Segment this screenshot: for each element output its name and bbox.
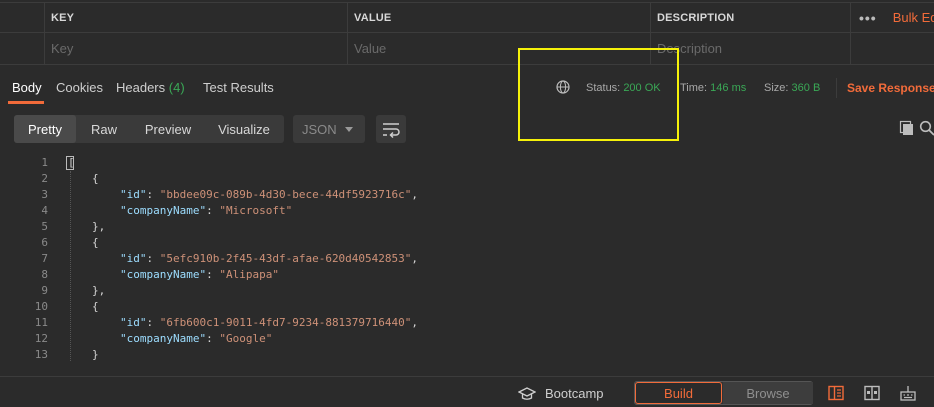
code-line: { (92, 236, 99, 249)
json-string: "5efc910b-2f45-43df-afae-620d40542853" (159, 252, 412, 265)
line-number: 6 (41, 236, 48, 249)
line-number: 5 (41, 220, 48, 233)
graduation-cap-icon (518, 386, 536, 400)
code-line: } (92, 348, 99, 361)
params-header-row: KEY VALUE DESCRIPTION ••• Bulk Edit (0, 2, 934, 33)
bootcamp-button[interactable]: Bootcamp (518, 386, 604, 401)
json-string: "Alipapa" (219, 268, 279, 281)
wrap-lines-icon (383, 123, 400, 139)
toolbar-divider (836, 78, 837, 98)
json-string: "Microsoft" (219, 204, 293, 217)
code-line: { (92, 172, 99, 185)
search-icon[interactable] (919, 120, 934, 136)
tab-cookies[interactable]: Cookies (56, 80, 103, 95)
params-empty-row: Key Value Description (0, 33, 934, 65)
response-tabs-bar: Body Cookies Headers (4) Test Results St… (0, 70, 934, 104)
response-body-editor[interactable]: 1 2 3 4 5 6 7 8 9 10 11 12 13 [ { "id": … (0, 153, 934, 367)
active-tab-indicator (8, 101, 44, 104)
format-select[interactable]: JSON (293, 115, 365, 143)
line-number: 1 (41, 156, 48, 169)
line-number: 3 (41, 188, 48, 201)
json-key: "id" (120, 252, 147, 265)
json-key: "companyName" (120, 332, 207, 345)
code-line: "id": "5efc910b-2f45-43df-afae-620d40542… (120, 252, 419, 265)
tab-headers[interactable]: Headers (4) (116, 80, 185, 95)
keyboard-shortcuts-icon[interactable] (900, 385, 916, 401)
tab-headers-label: Headers (116, 80, 166, 95)
view-visualize-button[interactable]: Visualize (204, 115, 284, 143)
size-readout[interactable]: Size: 360 B (764, 82, 820, 94)
build-mode-button[interactable]: Build (635, 382, 722, 404)
wrap-lines-button[interactable] (376, 115, 406, 143)
key-input[interactable]: Key (51, 41, 73, 56)
code-line: { (92, 300, 99, 313)
browse-mode-button[interactable]: Browse (723, 382, 813, 404)
save-response-button[interactable]: Save Response (847, 81, 934, 95)
code-line: "companyName": "Google" (120, 332, 273, 345)
column-actions: ••• Bulk Edit (850, 3, 934, 32)
code-line: }, (92, 284, 106, 297)
key-column-header: KEY (44, 3, 347, 32)
line-number: 2 (41, 172, 48, 185)
row-actions-cell (850, 33, 934, 64)
size-label: Size: (764, 82, 789, 94)
code-line: }, (92, 220, 106, 233)
line-number: 8 (41, 268, 48, 281)
time-readout[interactable]: Time: 146 ms (680, 82, 746, 94)
line-number: 11 (34, 316, 48, 329)
description-input-cell[interactable]: Description (650, 33, 850, 64)
format-select-value: JSON (302, 121, 337, 137)
more-horizontal-icon[interactable]: ••• (859, 10, 877, 26)
tab-body[interactable]: Body (12, 80, 42, 95)
chevron-down-icon (345, 127, 353, 132)
build-browse-switch: Build Browse (634, 381, 813, 405)
json-key: "id" (120, 316, 147, 329)
description-header-label: DESCRIPTION (657, 11, 735, 24)
json-string: "6fb600c1-9011-4fd7-9234-881379716440" (159, 316, 412, 329)
params-table: KEY VALUE DESCRIPTION ••• Bulk Edit Key … (0, 0, 934, 66)
copy-icon[interactable] (899, 120, 915, 136)
view-raw-button[interactable]: Raw (76, 115, 132, 143)
json-string: "bbdee09c-089b-4d30-bece-44df5923716c" (159, 188, 412, 201)
description-column-header: DESCRIPTION (650, 3, 850, 32)
size-value: 360 B (791, 82, 821, 94)
row-checkbox-cell (0, 33, 44, 64)
code-line: "companyName": "Alipapa" (120, 268, 279, 281)
line-number: 7 (41, 252, 48, 265)
json-key: "companyName" (120, 268, 207, 281)
bootcamp-label: Bootcamp (545, 386, 604, 401)
response-actions (899, 120, 934, 136)
line-number: 13 (34, 348, 48, 361)
line-number: 10 (34, 300, 48, 313)
code-line: "id": "bbdee09c-089b-4d30-bece-44df59237… (120, 188, 419, 201)
tab-test-results[interactable]: Test Results (203, 80, 274, 95)
status-highlight-box (518, 48, 679, 141)
split-layout-icon[interactable] (864, 385, 880, 401)
json-string: "Google" (219, 332, 273, 345)
code-line: [ (68, 156, 75, 169)
time-value: 146 ms (710, 82, 747, 94)
json-key: "companyName" (120, 204, 207, 217)
line-number: 4 (41, 204, 48, 217)
key-header-label: KEY (51, 11, 75, 24)
value-column-header: VALUE (347, 3, 650, 32)
headers-count-badge: (4) (168, 80, 185, 95)
value-input[interactable]: Value (354, 41, 386, 56)
view-pretty-button[interactable]: Pretty (14, 115, 76, 143)
value-header-label: VALUE (354, 11, 392, 24)
code-line: "id": "6fb600c1-9011-4fd7-9234-881379716… (120, 316, 419, 329)
indent-guide (70, 171, 71, 361)
line-number: 12 (34, 332, 48, 345)
bulk-edit-link[interactable]: Bulk Edit (893, 10, 934, 25)
code-line: "companyName": "Microsoft" (120, 204, 293, 217)
two-pane-view-icon[interactable] (828, 385, 844, 401)
status-bar: Bootcamp Build Browse (0, 376, 934, 407)
checkbox-column-header (0, 3, 44, 32)
view-mode-selector: Pretty Raw Preview Visualize (14, 115, 284, 143)
view-preview-button[interactable]: Preview (132, 115, 204, 143)
json-key: "id" (120, 188, 147, 201)
time-label: Time: (680, 82, 708, 94)
key-input-cell[interactable]: Key (44, 33, 347, 64)
line-number: 9 (41, 284, 48, 297)
